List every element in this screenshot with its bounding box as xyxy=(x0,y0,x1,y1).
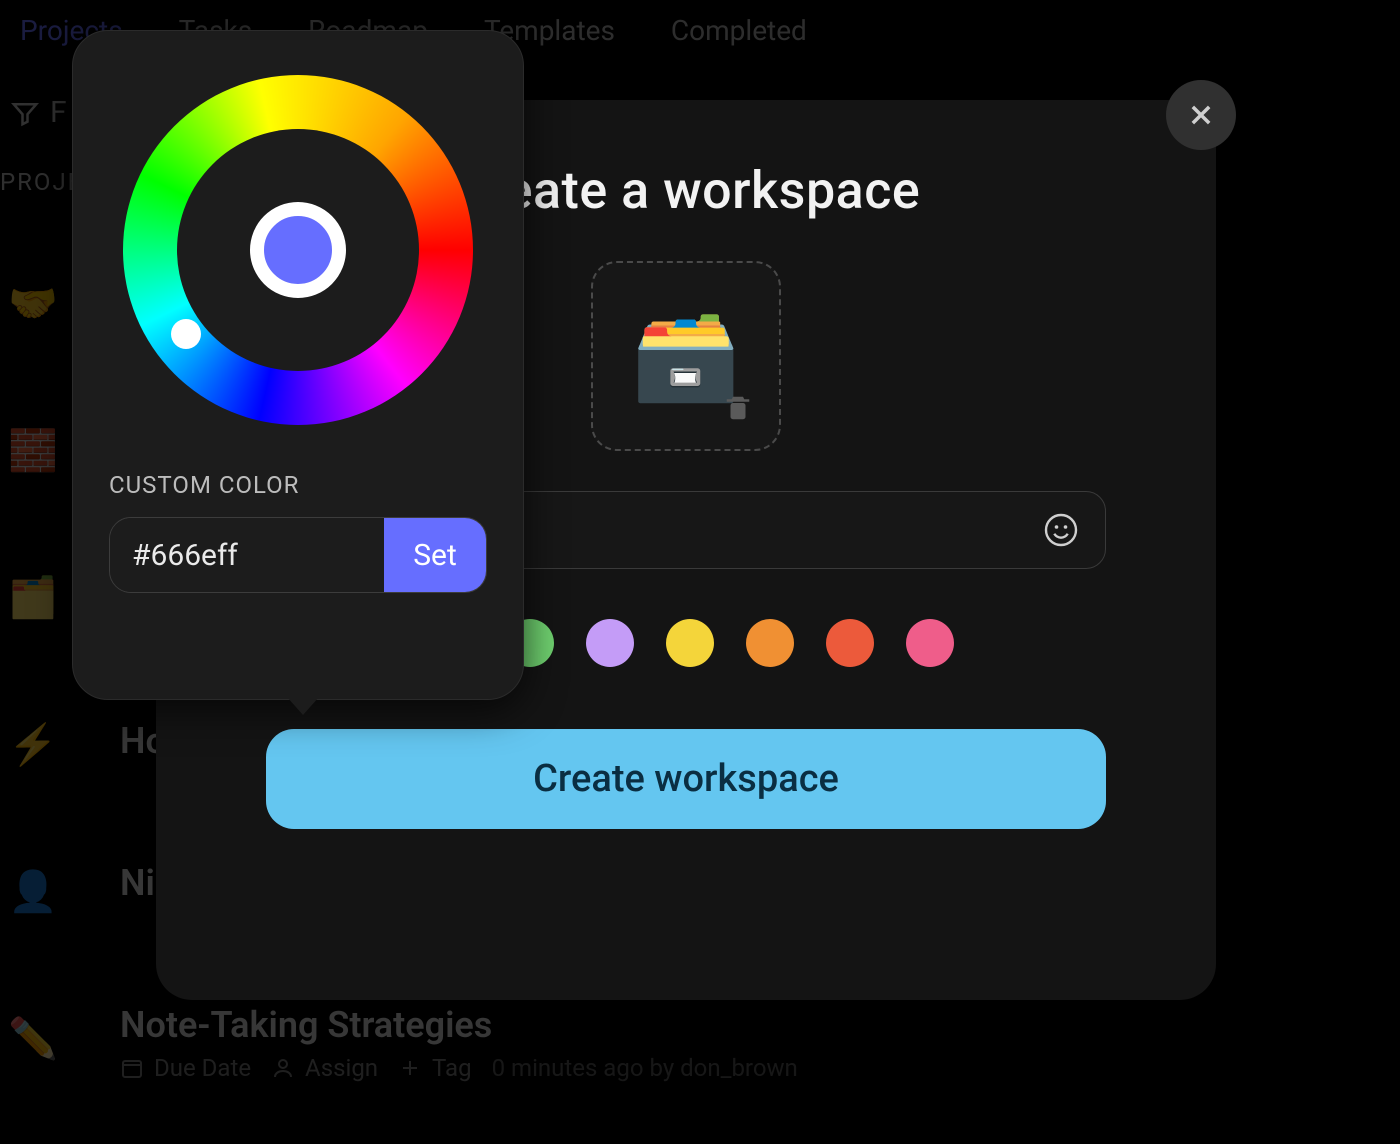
task-meta: 0 minutes ago by don_brown xyxy=(492,1054,798,1082)
sidebar-icon: 🤝 xyxy=(8,280,58,327)
hex-input[interactable]: #666eff xyxy=(110,518,384,592)
chip-label: Tag xyxy=(432,1054,472,1082)
set-color-button[interactable]: Set xyxy=(384,518,486,592)
color-wheel[interactable] xyxy=(123,75,473,425)
chip-assign[interactable]: Assign xyxy=(271,1054,378,1082)
swatch-color[interactable] xyxy=(746,619,794,667)
custom-color-label: CUSTOM COLOR xyxy=(109,471,487,499)
trash-icon[interactable] xyxy=(723,391,753,425)
swatch-color[interactable] xyxy=(826,619,874,667)
sidebar-icon: 🗂️ xyxy=(8,574,58,621)
task-row: Note-Taking Strategies Due Date Assign T… xyxy=(120,1004,798,1082)
user-icon xyxy=(271,1056,295,1080)
workspace-icon-picker[interactable]: 🗃️ xyxy=(591,261,781,451)
emoji-picker-button[interactable] xyxy=(1041,510,1081,550)
smile-icon xyxy=(1043,512,1079,548)
chip-label: Due Date xyxy=(154,1054,251,1082)
color-picker-popover: CUSTOM COLOR #666eff Set xyxy=(72,30,524,700)
tab-completed[interactable]: Completed xyxy=(671,14,807,47)
hue-cursor[interactable] xyxy=(171,319,201,349)
sidebar-icon: 🧱 xyxy=(8,427,58,474)
sidebar-icon: ⚡ xyxy=(8,721,58,768)
swatch-color[interactable] xyxy=(906,619,954,667)
chip-tag[interactable]: Tag xyxy=(398,1054,472,1082)
color-preview xyxy=(250,202,346,298)
chip-label: Assign xyxy=(305,1054,378,1082)
workspace-icon: 🗃️ xyxy=(631,312,741,400)
close-icon xyxy=(1187,101,1215,129)
chip-due-date[interactable]: Due Date xyxy=(120,1054,251,1082)
sidebar-icons: 🤝 🧱 🗂️ ⚡ 👤 ✏️ xyxy=(8,280,58,1062)
sidebar-icon: 👤 xyxy=(8,868,58,915)
filter-label: F xyxy=(50,95,67,130)
close-button[interactable] xyxy=(1166,80,1236,150)
task-title: Note-Taking Strategies xyxy=(120,1004,798,1046)
create-workspace-button[interactable]: Create workspace xyxy=(266,729,1106,829)
calendar-icon xyxy=(120,1056,144,1080)
swatch-color[interactable] xyxy=(666,619,714,667)
plus-icon xyxy=(398,1056,422,1080)
swatch-color[interactable] xyxy=(586,619,634,667)
sidebar-icon: ✏️ xyxy=(8,1015,58,1062)
filter-icon xyxy=(10,98,40,128)
